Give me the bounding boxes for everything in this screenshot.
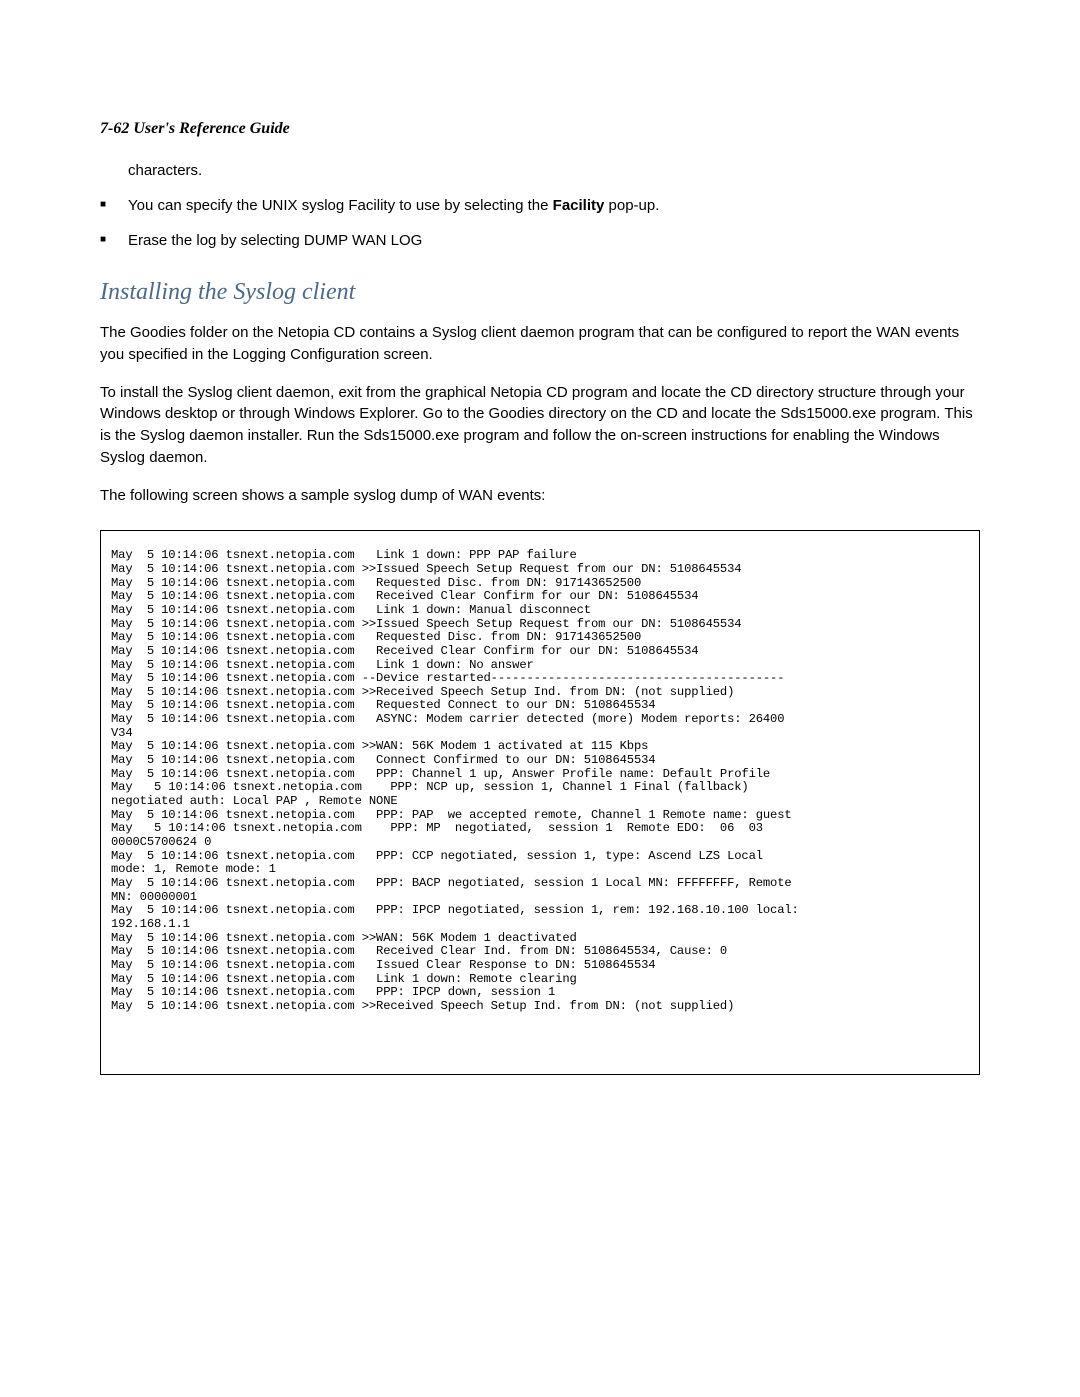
bullet-pre-text: Erase the log by selecting DUMP WAN LOG xyxy=(128,232,422,249)
continued-text: characters. xyxy=(128,162,980,179)
bullet-pre-text: You can specify the UNIX syslog Facility… xyxy=(128,197,553,214)
section-heading-installing-syslog: Installing the Syslog client xyxy=(100,279,980,306)
bullet-post-text: pop-up. xyxy=(604,197,659,214)
bullet-item-erase: Erase the log by selecting DUMP WAN LOG xyxy=(100,230,980,251)
paragraph-install-instructions: To install the Syslog client daemon, exi… xyxy=(100,382,980,469)
bullet-list: You can specify the UNIX syslog Facility… xyxy=(100,195,980,251)
bullet-bold-text: Facility xyxy=(553,197,605,214)
syslog-dump-box: May 5 10:14:06 tsnext.netopia.com Link 1… xyxy=(100,530,980,1074)
paragraph-following-screen: The following screen shows a sample sysl… xyxy=(100,485,980,507)
bullet-item-facility: You can specify the UNIX syslog Facility… xyxy=(100,195,980,216)
paragraph-goodies-folder: The Goodies folder on the Netopia CD con… xyxy=(100,322,980,366)
page-header: 7-62 User's Reference Guide xyxy=(100,120,980,138)
